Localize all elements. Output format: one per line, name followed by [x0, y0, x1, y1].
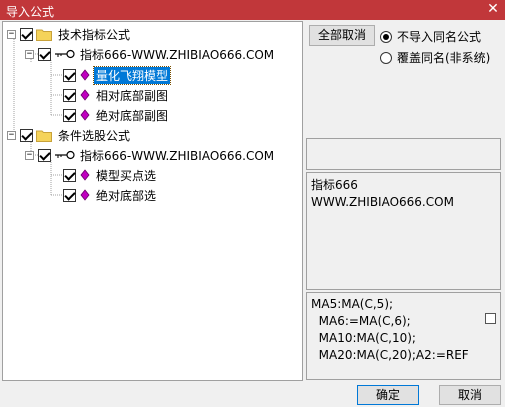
info-line-2: WWW.ZHIBIAO666.COM: [311, 195, 454, 209]
tree-label: 条件选股公式: [58, 128, 131, 143]
info-panel: 指标666 WWW.ZHIBIAO666.COM: [306, 172, 501, 290]
radio-overwrite[interactable]: 覆盖同名(非系统): [380, 49, 490, 66]
formula-diamond-icon: [79, 109, 91, 121]
tree-label: 量化飞翔模型: [92, 65, 172, 85]
code-line: MA6:=MA(C,6);: [311, 314, 411, 328]
tree-checkbox[interactable]: [38, 47, 51, 61]
ok-button[interactable]: 确定: [357, 385, 419, 405]
collapse-icon[interactable]: −: [25, 150, 34, 160]
empty-panel: [306, 138, 501, 170]
tree-checkbox[interactable]: [63, 68, 76, 82]
tree-label: 绝对底部副图: [96, 108, 169, 123]
collapse-icon[interactable]: −: [7, 130, 16, 140]
tree-node-source2[interactable]: − 指标666-WWW.ZHIBIAO666.COM: [25, 146, 276, 164]
tree-label: 相对底部副图: [96, 88, 169, 103]
tree-label: 绝对底部选: [96, 188, 157, 203]
tree-checkbox[interactable]: [63, 188, 76, 202]
tree-node-item[interactable]: 量化飞翔模型: [63, 65, 172, 85]
key-icon: [54, 149, 76, 161]
tree-node-item[interactable]: 模型买点选: [63, 166, 158, 184]
radio-no-import-same[interactable]: 不导入同名公式: [380, 28, 481, 45]
tree-node-group1[interactable]: − 技术指标公式: [7, 25, 132, 43]
tree-node-item[interactable]: 相对底部副图: [63, 86, 170, 104]
tree-label: 指标666-WWW.ZHIBIAO666.COM: [80, 148, 275, 163]
code-line: MA20:MA(C,20);A2:=REF: [311, 348, 469, 362]
tree-node-item[interactable]: 绝对底部选: [63, 186, 158, 204]
tree-checkbox[interactable]: [63, 168, 76, 182]
tree-checkbox[interactable]: [38, 148, 51, 162]
tree-label: 技术指标公式: [58, 27, 131, 42]
radio-label: 覆盖同名(非系统): [397, 51, 491, 65]
collapse-icon[interactable]: −: [7, 29, 16, 39]
folder-icon: [36, 129, 52, 142]
folder-icon: [36, 28, 52, 41]
radio-button[interactable]: [380, 51, 392, 64]
code-line: MA5:MA(C,5);: [311, 297, 394, 311]
tree-node-group2[interactable]: − 条件选股公式: [7, 126, 132, 144]
formula-tree[interactable]: − 技术指标公式 − 指标666-WWW.ZHIBIAO666.COM 量化飞翔…: [2, 21, 303, 381]
collapse-icon[interactable]: −: [25, 49, 34, 59]
cancel-all-button[interactable]: 全部取消: [309, 25, 375, 46]
radio-button[interactable]: [380, 30, 392, 43]
info-line-1: 指标666: [311, 178, 358, 192]
key-icon: [54, 48, 76, 60]
tree-node-item[interactable]: 绝对底部副图: [63, 106, 170, 124]
code-line: MA10:MA(C,10);: [311, 331, 416, 345]
close-icon[interactable]: ✕: [485, 1, 501, 17]
title-bar: 导入公式 ✕: [0, 0, 505, 20]
cancel-button[interactable]: 取消: [439, 385, 501, 405]
tree-node-source1[interactable]: − 指标666-WWW.ZHIBIAO666.COM: [25, 45, 276, 63]
tree-checkbox[interactable]: [20, 27, 33, 41]
tree-checkbox[interactable]: [20, 128, 33, 142]
formula-diamond-icon: [79, 189, 91, 201]
formula-diamond-icon: [79, 89, 91, 101]
tree-checkbox[interactable]: [63, 88, 76, 102]
code-panel[interactable]: MA5:MA(C,5); MA6:=MA(C,6); MA10:MA(C,10)…: [306, 292, 501, 380]
tree-label: 模型买点选: [96, 168, 157, 183]
radio-label: 不导入同名公式: [397, 30, 482, 44]
code-panel-checkbox[interactable]: [485, 313, 496, 324]
tree-label: 指标666-WWW.ZHIBIAO666.COM: [80, 47, 275, 62]
window-title: 导入公式: [6, 5, 55, 19]
formula-diamond-icon: [79, 169, 91, 181]
tree-checkbox[interactable]: [63, 108, 76, 122]
formula-diamond-icon: [79, 69, 91, 81]
